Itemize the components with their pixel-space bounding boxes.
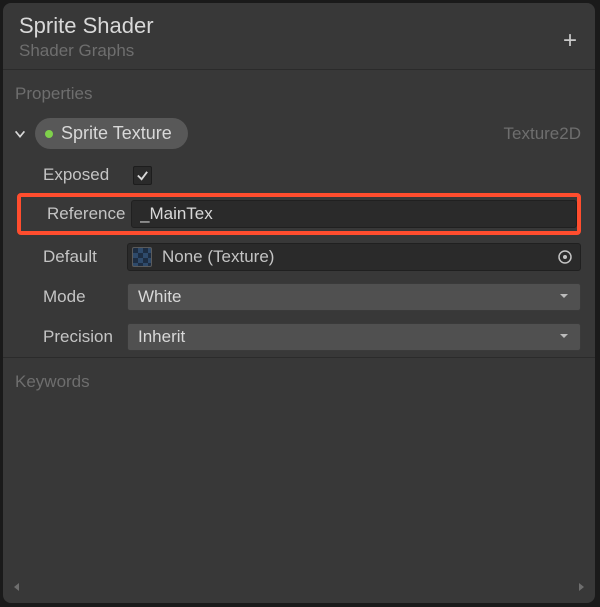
plus-icon: + [563,27,577,54]
panel-title: Sprite Shader [19,13,579,39]
chevron-down-icon [558,287,570,307]
property-header-row[interactable]: Sprite Texture Texture2D [3,112,595,155]
exposed-label: Exposed [17,165,127,185]
scroll-left-icon[interactable] [11,580,23,598]
chevron-down-icon [558,327,570,347]
mode-dropdown[interactable]: White [127,283,581,311]
precision-label: Precision [17,327,127,347]
default-value-text: None (Texture) [162,247,546,267]
texture-swatch-icon [132,247,152,267]
property-type: Texture2D [504,124,581,144]
reference-input[interactable] [131,200,577,228]
property-name: Sprite Texture [61,123,172,144]
inspector-panel: Sprite Shader Shader Graphs + Properties… [3,3,595,603]
exposed-checkbox[interactable] [133,166,152,185]
chevron-down-icon[interactable] [11,127,29,141]
reference-highlight: Reference [17,193,581,235]
keywords-section-label: Keywords [3,357,595,400]
precision-value: Inherit [138,327,185,347]
scroll-right-icon[interactable] [575,580,587,598]
properties-section-label: Properties [3,69,595,112]
property-pill[interactable]: Sprite Texture [35,118,188,149]
mode-row: Mode White [17,277,581,317]
panel-header: Sprite Shader Shader Graphs + [3,3,595,69]
default-label: Default [17,247,127,267]
reference-row: Reference [21,200,577,228]
precision-row: Precision Inherit [17,317,581,357]
precision-dropdown[interactable]: Inherit [127,323,581,351]
property-fields: Exposed Reference Default None (Texture) [3,155,595,357]
target-icon [557,249,573,265]
reference-label: Reference [21,204,131,224]
panel-subtitle: Shader Graphs [19,41,579,61]
status-dot-icon [45,130,53,138]
default-object-field[interactable]: None (Texture) [127,243,581,271]
mode-value: White [138,287,181,307]
mode-label: Mode [17,287,127,307]
exposed-row: Exposed [17,159,581,191]
default-row: Default None (Texture) [17,237,581,277]
add-button[interactable]: + [563,29,577,53]
object-picker-button[interactable] [556,248,574,266]
check-icon [136,169,149,182]
panel-footer [3,579,595,603]
